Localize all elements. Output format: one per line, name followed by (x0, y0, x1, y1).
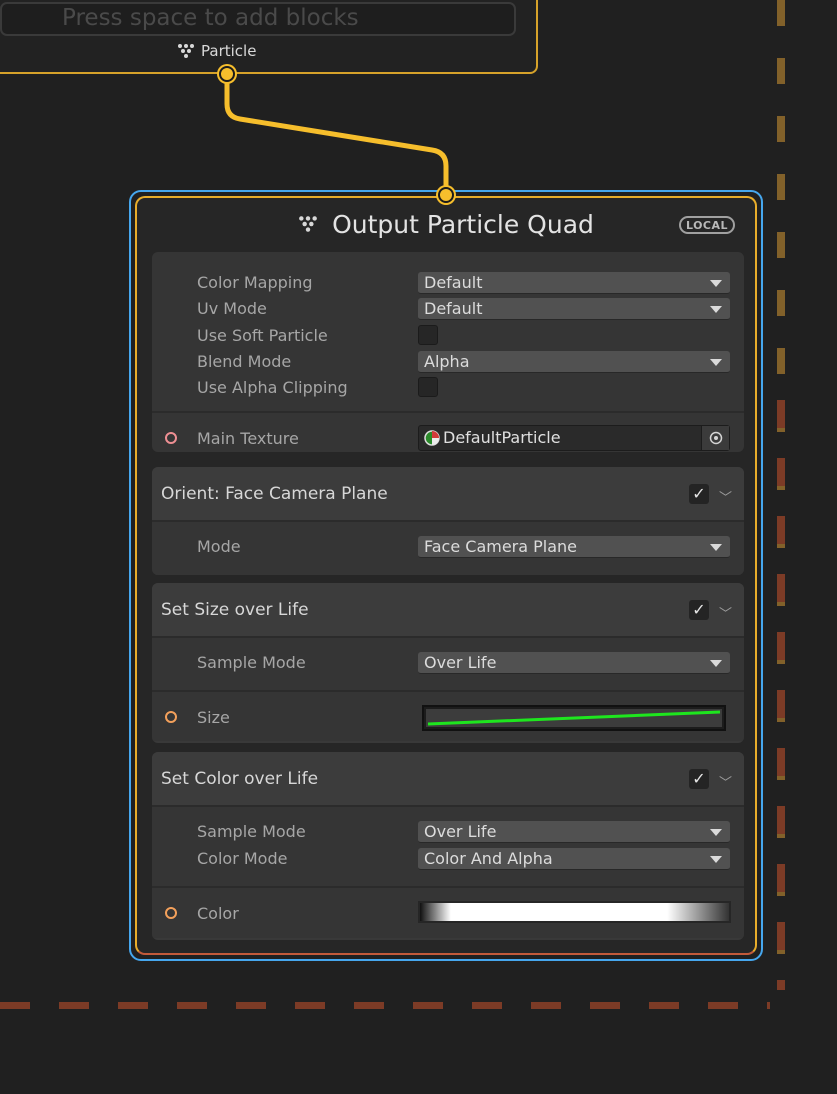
size-row: Size (152, 692, 744, 742)
object-picker-icon[interactable] (701, 426, 729, 450)
curve-preview (426, 709, 722, 727)
block-header[interactable]: Set Size over Life ✓ ﹀ (152, 583, 744, 638)
block-enabled-checkbox[interactable]: ✓ (689, 484, 709, 504)
sample-mode-label: Sample Mode (197, 822, 306, 841)
texture-icon (424, 430, 440, 446)
blend-mode-dropdown[interactable]: Alpha (418, 351, 730, 373)
color-input-slot[interactable] (165, 907, 177, 919)
orient-mode-row: Mode Face Camera Plane (152, 534, 744, 560)
block-title: Set Size over Life (161, 599, 309, 620)
block-set-size-over-life[interactable]: Set Size over Life ✓ ﹀ Sample Mode Over … (152, 583, 744, 743)
size-input-slot[interactable] (165, 711, 177, 723)
color-sample-mode-row: Sample Mode Over Life (152, 819, 744, 846)
chevron-down-icon[interactable]: ﹀ (719, 487, 732, 506)
setting-label: Use Alpha Clipping (197, 378, 348, 397)
size-sample-mode-dropdown[interactable]: Over Life (418, 652, 730, 674)
main-texture-field[interactable]: DefaultParticle (418, 425, 730, 451)
block-header[interactable]: Orient: Face Camera Plane ✓ ﹀ (152, 467, 744, 522)
setting-label: Use Soft Particle (197, 326, 328, 345)
dropdown-value: Default (424, 299, 483, 318)
setting-label: Blend Mode (197, 352, 292, 371)
dropdown-value: Over Life (424, 653, 497, 672)
size-curve-field[interactable] (422, 705, 726, 731)
dropdown-arrow-icon (710, 829, 722, 836)
block-enabled-checkbox[interactable]: ✓ (689, 769, 709, 789)
dropdown-value: Alpha (424, 352, 470, 371)
setting-uv-mode: Uv Mode Default (152, 296, 744, 323)
use-alpha-clipping-toggle[interactable] (418, 377, 438, 397)
space-local-badge[interactable]: LOCAL (679, 216, 735, 234)
flow-output-text: Particle (201, 42, 257, 60)
add-blocks-hint[interactable]: Press space to add blocks (0, 2, 516, 36)
mode-label: Mode (197, 537, 241, 556)
dropdown-value: Color And Alpha (424, 849, 553, 868)
setting-blend-mode: Blend Mode Alpha (152, 349, 744, 375)
color-gradient-field[interactable] (418, 901, 731, 923)
size-label: Size (197, 708, 230, 727)
setting-label: Color Mapping (197, 273, 313, 292)
node-title[interactable]: Output Particle Quad (137, 198, 755, 250)
size-sample-mode-row: Sample Mode Over Life (152, 650, 744, 676)
block-enabled-checkbox[interactable]: ✓ (689, 600, 709, 620)
output-settings-panel: Color Mapping Default Uv Mode Default Us… (152, 252, 744, 452)
setting-use-soft-particle: Use Soft Particle (152, 323, 744, 349)
dropdown-arrow-icon (710, 306, 722, 313)
block-title: Set Color over Life (161, 768, 319, 789)
dropdown-arrow-icon (710, 280, 722, 287)
setting-label: Uv Mode (197, 299, 267, 318)
dropdown-arrow-icon (710, 359, 722, 366)
setting-use-alpha-clipping: Use Alpha Clipping (152, 375, 744, 401)
color-row: Color (152, 888, 744, 938)
dropdown-value: Default (424, 273, 483, 292)
main-texture-row: Main Texture DefaultParticle (152, 413, 744, 452)
context-node-initialize[interactable]: Press space to add blocks Particle (0, 0, 538, 74)
color-mode-dropdown[interactable]: Color And Alpha (418, 848, 730, 870)
main-texture-value: DefaultParticle (443, 428, 561, 447)
use-soft-particle-toggle[interactable] (418, 325, 438, 345)
main-texture-input-slot[interactable] (165, 432, 177, 444)
block-orient-face-camera-plane[interactable]: Orient: Face Camera Plane ✓ ﹀ Mode Face … (152, 467, 744, 575)
sample-mode-label: Sample Mode (197, 653, 306, 672)
flow-output-port[interactable] (219, 66, 235, 82)
dropdown-arrow-icon (710, 660, 722, 667)
dropdown-value: Over Life (424, 822, 497, 841)
block-title: Orient: Face Camera Plane (161, 483, 388, 504)
color-mapping-dropdown[interactable]: Default (418, 272, 730, 294)
output-particle-quad-node[interactable]: Output Particle Quad LOCAL Color Mapping… (135, 196, 757, 955)
dropdown-arrow-icon (710, 544, 722, 551)
chevron-down-icon[interactable]: ﹀ (719, 603, 732, 622)
main-texture-label: Main Texture (197, 429, 299, 448)
dropdown-value: Face Camera Plane (424, 537, 578, 556)
dropdown-arrow-icon (710, 856, 722, 863)
setting-color-mapping: Color Mapping Default (152, 270, 744, 296)
block-header[interactable]: Set Color over Life ✓ ﹀ (152, 752, 744, 807)
uv-mode-dropdown[interactable]: Default (418, 298, 730, 320)
color-label: Color (197, 904, 239, 923)
color-mode-row: Color Mode Color And Alpha (152, 846, 744, 872)
flow-output-label: Particle (177, 42, 256, 60)
block-set-color-over-life[interactable]: Set Color over Life ✓ ﹀ Sample Mode Over… (152, 752, 744, 940)
particle-icon (299, 216, 317, 232)
orient-mode-dropdown[interactable]: Face Camera Plane (418, 536, 730, 558)
node-title-text: Output Particle Quad (332, 209, 594, 239)
color-sample-mode-dropdown[interactable]: Over Life (418, 821, 730, 843)
flow-input-port[interactable] (438, 187, 454, 203)
chevron-down-icon[interactable]: ﹀ (719, 772, 732, 791)
particle-icon (178, 44, 194, 58)
color-mode-label: Color Mode (197, 849, 288, 868)
